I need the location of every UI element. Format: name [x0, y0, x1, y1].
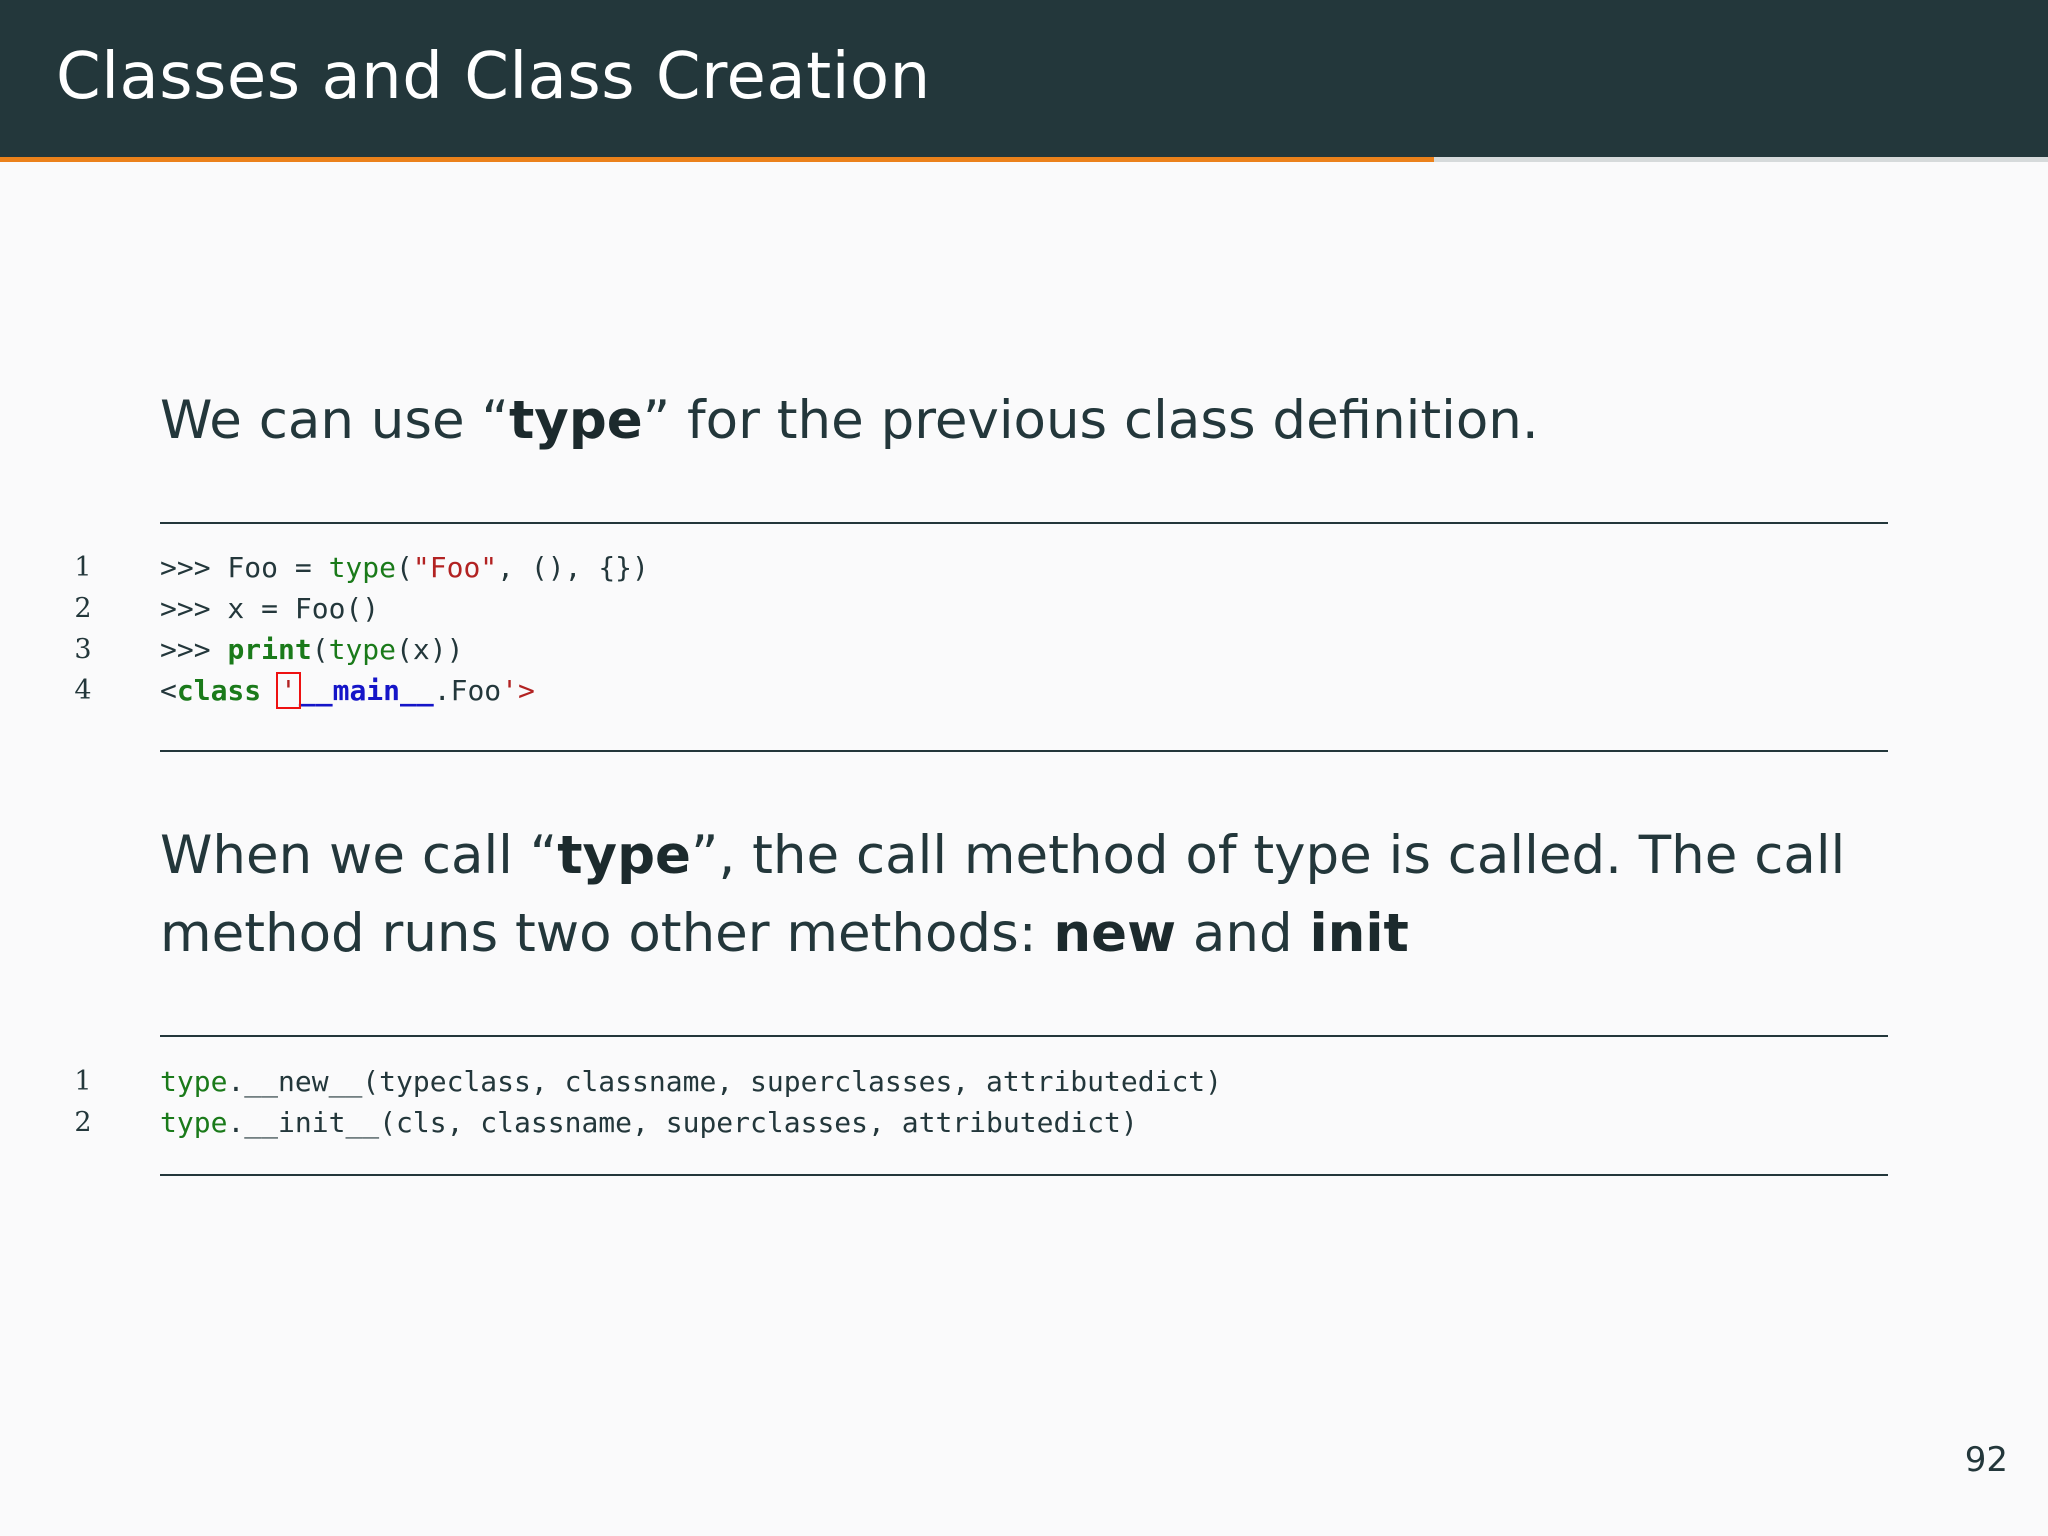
- code-token: <: [160, 674, 177, 707]
- code-token: .__new__(typeclass, classname, superclas…: [227, 1065, 1223, 1098]
- line-number: 2: [74, 593, 92, 624]
- line-number: 4: [74, 675, 92, 706]
- line-number: 1: [74, 552, 92, 583]
- code-token: , (), {}): [497, 551, 649, 584]
- paragraph-bold-type: type: [508, 390, 643, 451]
- paragraph-text: When we call “: [160, 825, 558, 886]
- code-token: '>: [501, 674, 535, 707]
- paragraph-call-method: When we call “type”, the call method of …: [160, 817, 1845, 973]
- line-number: 3: [74, 634, 92, 665]
- code-token: class: [176, 674, 262, 707]
- code-token: (: [311, 633, 329, 666]
- code-line: 1 >>> Foo = type("Foo", (), {}): [0, 547, 2048, 588]
- code-text: <class '__main__.Foo'>: [160, 670, 535, 711]
- progress-bar: [0, 157, 2048, 162]
- code-token: >>> x = Foo(): [160, 592, 380, 625]
- code-token: "Foo": [412, 551, 498, 584]
- line-number: 2: [74, 1107, 92, 1138]
- code-line: 4 <class '__main__.Foo'>: [0, 670, 2048, 711]
- code-token: type: [328, 633, 397, 666]
- paragraph-text: We can use “: [160, 390, 509, 451]
- paragraph-bold-type: type: [557, 825, 691, 886]
- paragraph-type-intro: We can use “type” for the previous class…: [160, 382, 1539, 460]
- code-token: print: [227, 633, 312, 666]
- code-text: >>> Foo = type("Foo", (), {}): [160, 547, 649, 588]
- code-line: 2 type.__init__(cls, classname, superclas…: [0, 1102, 2048, 1143]
- code-text: >>> x = Foo(): [160, 588, 379, 629]
- paragraph-text: method runs two other methods:: [160, 903, 1054, 964]
- code-text: type.__init__(cls, classname, superclass…: [160, 1102, 1138, 1143]
- code-listing-type-call: 1 >>> Foo = type("Foo", (), {}) 2 >>> x = F…: [0, 547, 2048, 711]
- code-line: 2 >>> x = Foo(): [0, 588, 2048, 629]
- code-token: type: [328, 551, 397, 584]
- paragraph-text: ” for the previous class definition.: [642, 390, 1539, 451]
- code-line: 3 >>> print(type(x)): [0, 629, 2048, 670]
- code-rule-top: [160, 522, 1888, 524]
- code-token: (x)): [396, 633, 464, 666]
- code-token: >>>: [160, 633, 228, 666]
- code-rule-bottom: [160, 1174, 1888, 1176]
- page-number: 92: [1964, 1440, 2008, 1480]
- paragraph-bold-new: new: [1053, 903, 1177, 964]
- line-number: 1: [74, 1066, 92, 1097]
- paragraph-bold-init: init: [1309, 903, 1409, 964]
- code-line: 1 type.__new__(typeclass, classname, supe…: [0, 1061, 2048, 1102]
- code-text: >>> print(type(x)): [160, 629, 463, 670]
- code-listing-new-init: 1 type.__new__(typeclass, classname, supe…: [0, 1061, 2048, 1143]
- code-token: type: [160, 1065, 228, 1098]
- code-token: .__init__(cls, classname, superclasses, …: [227, 1106, 1138, 1139]
- code-token: type: [160, 1106, 228, 1139]
- code-rule-bottom: [160, 750, 1888, 752]
- paragraph-text: ”, the call method of type is called. Th…: [691, 825, 1846, 886]
- code-rule-top: [160, 1035, 1888, 1037]
- code-token: __main__: [298, 674, 434, 707]
- paragraph-text: and: [1176, 903, 1310, 964]
- code-text: type.__new__(typeclass, classname, super…: [160, 1061, 1222, 1102]
- slide-header: Classes and Class Creation: [0, 0, 2048, 157]
- progress-bar-fill: [0, 157, 1434, 162]
- code-token: ': [276, 672, 301, 709]
- code-token: .Foo: [433, 674, 502, 707]
- slide-title: Classes and Class Creation: [56, 40, 931, 114]
- code-token: >>> Foo =: [160, 551, 329, 584]
- code-token: (: [396, 551, 413, 584]
